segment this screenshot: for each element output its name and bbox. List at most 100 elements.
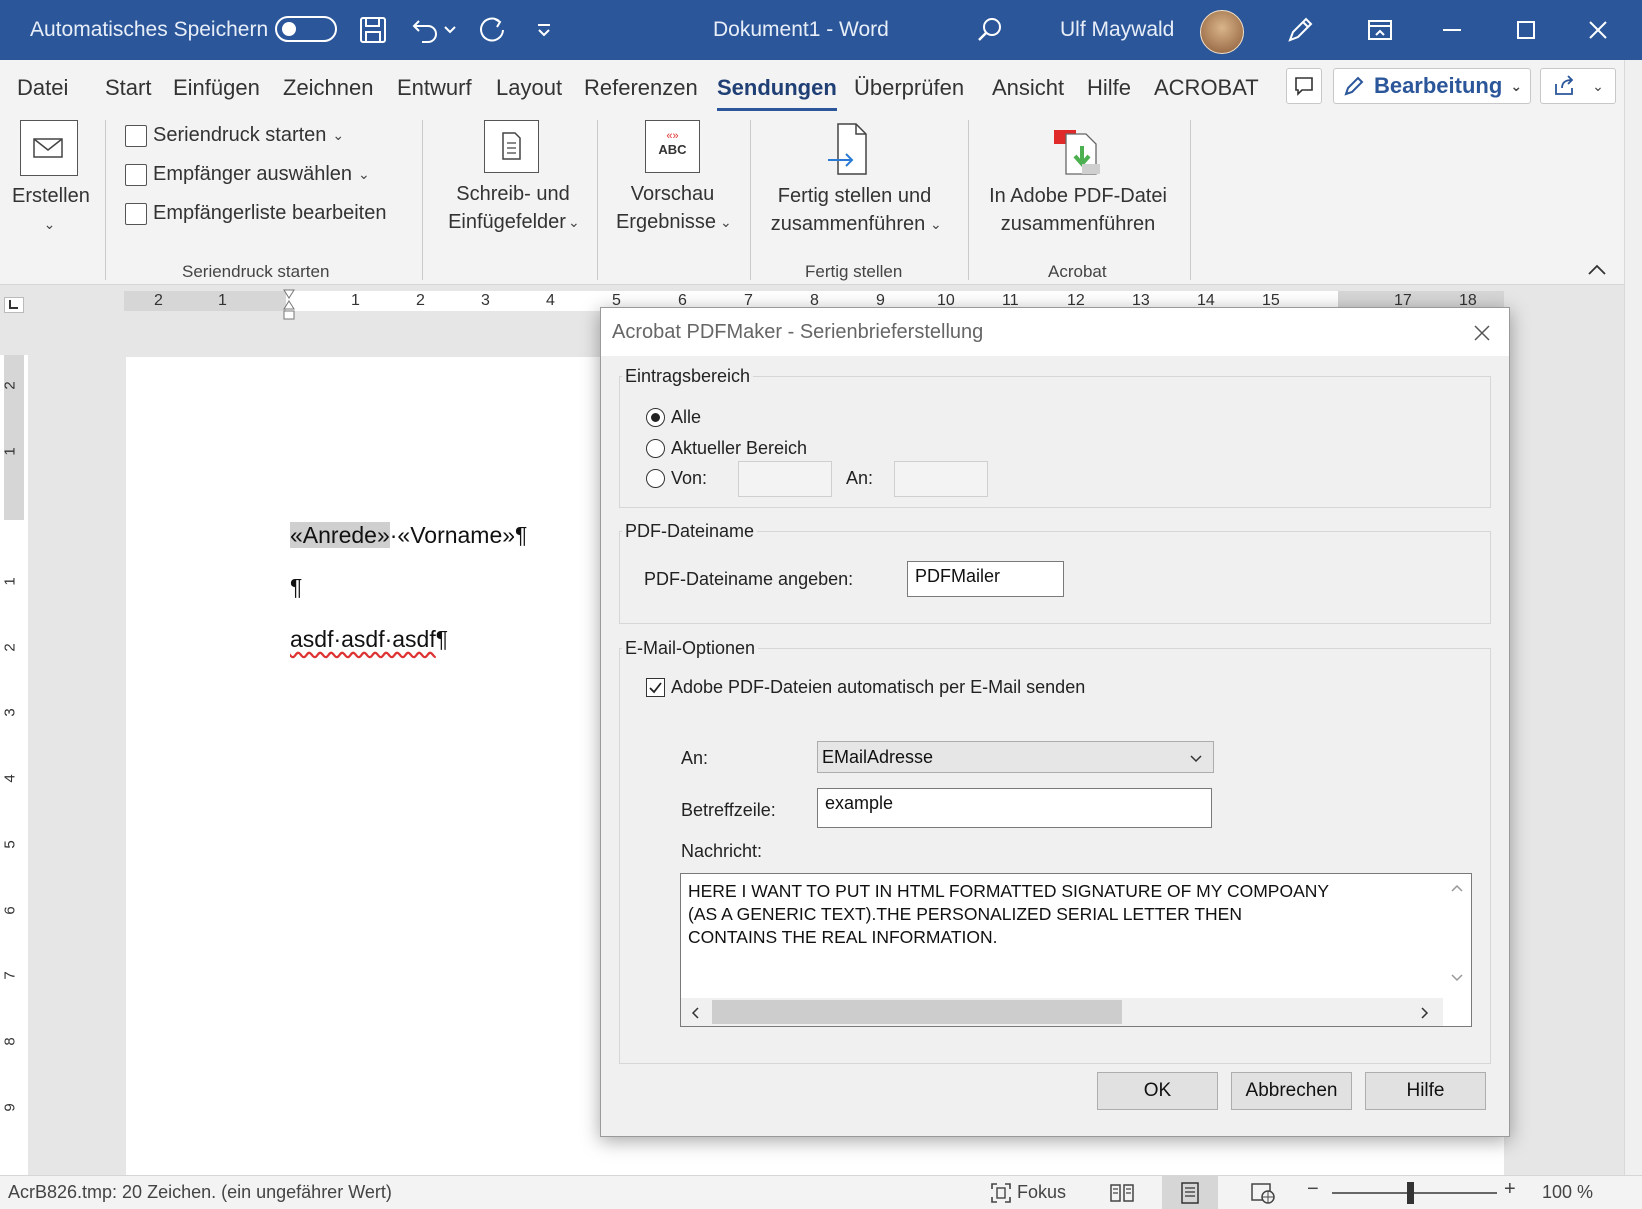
radio-from[interactable] xyxy=(646,469,665,488)
zoom-in-icon[interactable]: + xyxy=(1504,1178,1516,1201)
acrobat-merge-icon xyxy=(1052,126,1110,178)
start-mailmerge-button[interactable]: Seriendruck starten ⌄ xyxy=(125,124,344,147)
pen-icon[interactable] xyxy=(1282,12,1318,48)
message-vertical-scrollbar[interactable] xyxy=(1443,874,1471,994)
message-horizontal-scrollbar[interactable] xyxy=(681,998,1443,1026)
scroll-up-icon[interactable] xyxy=(1451,884,1463,892)
chevron-down-icon: ⌄ xyxy=(930,216,942,232)
radio-current-range-label[interactable]: Aktueller Bereich xyxy=(671,438,807,459)
zoom-slider[interactable] xyxy=(1332,1192,1497,1194)
ruler-number: 4 xyxy=(546,292,555,309)
finish-merge-button[interactable]: Fertig stellen und zusammenführen ⌄ xyxy=(762,120,947,255)
range-from-input[interactable] xyxy=(738,461,832,497)
editing-mode-button[interactable]: Bearbeitung ⌄ xyxy=(1333,68,1531,104)
tab-hilfe[interactable]: Hilfe xyxy=(1087,75,1131,101)
select-recipients-button[interactable]: Empfänger auswählen ⌄ xyxy=(125,163,370,186)
comments-button[interactable] xyxy=(1286,68,1322,104)
auto-email-label[interactable]: Adobe PDF-Dateien automatisch per E-Mail… xyxy=(671,677,1085,698)
radio-all-label[interactable]: Alle xyxy=(671,407,701,428)
tab-ansicht[interactable]: Ansicht xyxy=(992,75,1064,101)
zoom-level[interactable]: 100 % xyxy=(1542,1182,1593,1203)
merge-to-adobe-pdf-button[interactable]: In Adobe PDF-Datei zusammenführen xyxy=(978,120,1178,255)
document-line-1[interactable]: «Anrede»·«Vorname»¶ xyxy=(290,522,527,549)
tab-entwurf[interactable]: Entwurf xyxy=(397,75,472,101)
scrollbar-thumb[interactable] xyxy=(712,1000,1122,1024)
edit-list-icon xyxy=(125,202,147,225)
tab-ueberpruefen[interactable]: Überprüfen xyxy=(854,75,964,101)
tab-selector[interactable] xyxy=(4,297,24,313)
indent-marker-icon[interactable] xyxy=(283,289,295,323)
ruler-number: 2 xyxy=(1,643,19,652)
range-to-input[interactable] xyxy=(894,461,988,497)
ruler-number: 3 xyxy=(1,708,19,717)
redo-icon[interactable] xyxy=(474,12,510,48)
tab-layout[interactable]: Layout xyxy=(496,75,562,101)
share-button[interactable]: ⌄ xyxy=(1540,68,1616,104)
message-text[interactable]: HERE I WANT TO PUT IN HTML FORMATTED SIG… xyxy=(688,880,1329,949)
status-info[interactable]: AcrB826.tmp: 20 Zeichen. (ein ungefährer… xyxy=(8,1182,392,1203)
tab-start[interactable]: Start xyxy=(105,75,151,101)
message-textarea[interactable]: HERE I WANT TO PUT IN HTML FORMATTED SIG… xyxy=(680,873,1472,1027)
edit-recipient-list-button[interactable]: Empfängerliste bearbeiten xyxy=(125,202,386,225)
scroll-right-icon[interactable] xyxy=(1421,1007,1429,1019)
misspelled-text[interactable]: asdf·asdf·asdf xyxy=(290,626,436,652)
write-insert-fields-button[interactable]: Schreib- und Einfügefelder ⌄ xyxy=(437,120,589,255)
auto-email-checkbox[interactable] xyxy=(646,678,665,697)
print-layout-view[interactable] xyxy=(1162,1176,1218,1209)
preview-results-button[interactable]: «» ABC Vorschau Ergebnisse ⌄ xyxy=(610,120,735,255)
tab-acrobat[interactable]: ACROBAT xyxy=(1154,75,1259,101)
scroll-down-icon[interactable] xyxy=(1451,974,1463,982)
radio-current-range[interactable] xyxy=(646,439,665,458)
tab-einfuegen[interactable]: Einfügen xyxy=(173,75,260,101)
tab-zeichnen[interactable]: Zeichnen xyxy=(283,75,374,101)
email-to-select[interactable]: EMailAdresse xyxy=(817,741,1214,773)
ruler-number: 4 xyxy=(1,774,19,783)
ribbon-display-icon[interactable] xyxy=(1362,12,1398,48)
close-icon[interactable] xyxy=(1580,12,1616,48)
avatar[interactable] xyxy=(1200,10,1244,54)
collapse-ribbon-icon[interactable] xyxy=(1586,262,1610,280)
save-icon[interactable] xyxy=(355,12,391,48)
minimize-icon[interactable] xyxy=(1434,12,1470,48)
zoom-out-icon[interactable]: − xyxy=(1307,1178,1319,1201)
zoom-slider-thumb[interactable] xyxy=(1407,1182,1414,1204)
help-button[interactable]: Hilfe xyxy=(1365,1072,1486,1110)
web-layout-icon[interactable] xyxy=(1250,1181,1276,1205)
autosave-toggle[interactable] xyxy=(275,16,337,42)
vertical-ruler[interactable]: 2 1 1 2 3 4 5 6 7 8 9 xyxy=(0,355,28,1175)
vertical-scrollbar[interactable] xyxy=(1624,60,1642,1175)
maximize-icon[interactable] xyxy=(1508,12,1544,48)
focus-icon[interactable] xyxy=(989,1181,1013,1205)
ok-button[interactable]: OK xyxy=(1097,1072,1218,1110)
customize-toolbar-icon[interactable] xyxy=(526,12,562,48)
user-name[interactable]: Ulf Maywald xyxy=(1060,18,1174,42)
document-line-2[interactable]: ¶ xyxy=(290,574,302,601)
merge-field-anrede[interactable]: «Anrede» xyxy=(290,522,390,548)
focus-label[interactable]: Fokus xyxy=(1017,1182,1066,1203)
search-icon[interactable] xyxy=(972,12,1008,48)
email-options-group-title: E-Mail-Optionen xyxy=(622,638,759,659)
write-insert-label-1: Schreib- und xyxy=(456,183,570,205)
document-line-3[interactable]: asdf·asdf·asdf¶ xyxy=(290,626,448,653)
pdf-filename-input[interactable]: PDFMailer xyxy=(907,561,1064,597)
dialog-close-icon[interactable] xyxy=(1467,318,1497,348)
dialog-title: Acrobat PDFMaker - Serienbrieferstellung xyxy=(612,321,984,343)
group-label-acrobat: Acrobat xyxy=(1048,262,1107,281)
create-dropdown-icon: ⌄ xyxy=(43,216,56,232)
ruler-number: 5 xyxy=(1,840,19,849)
group-label-mailmerge: Seriendruck starten xyxy=(182,262,330,281)
radio-from-label[interactable]: Von: xyxy=(671,468,707,489)
read-mode-icon[interactable] xyxy=(1109,1181,1135,1205)
pdf-filename-group-title: PDF-Dateiname xyxy=(622,521,758,542)
subject-input[interactable]: example xyxy=(817,788,1212,828)
merge-field-vorname[interactable]: ·«Vorname»¶ xyxy=(390,522,528,548)
scroll-left-icon[interactable] xyxy=(691,1007,699,1019)
cancel-button[interactable]: Abbrechen xyxy=(1231,1072,1352,1110)
undo-dropdown-icon[interactable] xyxy=(440,12,460,48)
tab-sendungen[interactable]: Sendungen xyxy=(717,75,837,111)
radio-all[interactable] xyxy=(646,408,665,427)
undo-icon[interactable] xyxy=(407,12,443,48)
create-button[interactable]: Erstellen ⌄ xyxy=(12,120,90,255)
tab-referenzen[interactable]: Referenzen xyxy=(584,75,698,101)
tab-datei[interactable]: Datei xyxy=(17,75,68,101)
